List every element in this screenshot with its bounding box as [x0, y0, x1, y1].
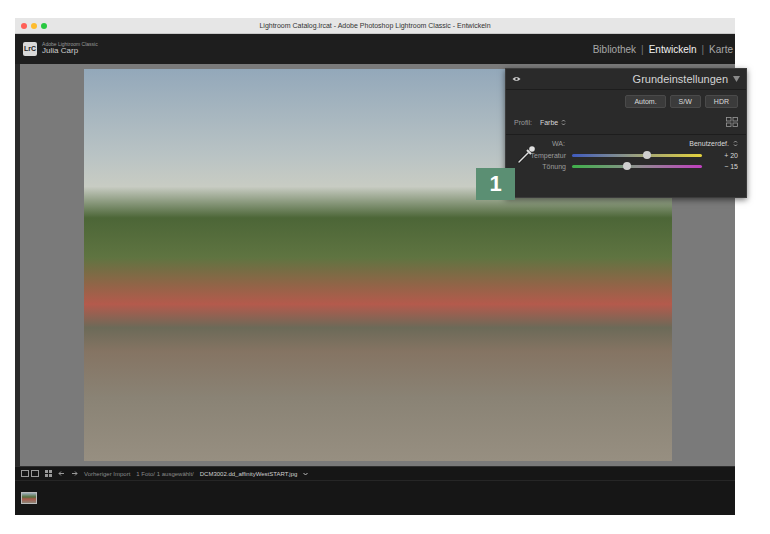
panel-button[interactable]: Autom.	[625, 95, 665, 108]
panel-title-wrap[interactable]: Grundeinstellungen	[633, 73, 740, 85]
close-button[interactable]	[21, 23, 27, 29]
white-balance-value[interactable]: Benutzerdef.	[689, 140, 729, 147]
module-link[interactable]: Entwickeln	[649, 44, 697, 55]
white-balance-chevron-icon	[733, 140, 738, 147]
brand-text: Adobe Lightroom ClassicJulia Carp	[42, 42, 98, 56]
eye-icon[interactable]	[512, 76, 521, 82]
slider-reading[interactable]: − 15	[708, 163, 738, 170]
panel-title: Grundeinstellungen	[633, 73, 728, 85]
title-bar: Lightroom Catalog.lrcat - Adobe Photosho…	[15, 18, 735, 34]
white-balance-row: WA: Benutzerdef.	[506, 135, 746, 150]
forward-arrow-icon[interactable]	[71, 470, 78, 477]
view-mode-icon[interactable]	[21, 470, 39, 477]
profile-dropdown[interactable]: Farbe	[540, 119, 718, 126]
slider-row: Tönung − 15	[506, 161, 746, 172]
user-name: Julia Carp	[42, 47, 98, 56]
brand: LrC Adobe Lightroom ClassicJulia Carp	[23, 42, 98, 56]
dropdown-icon[interactable]	[303, 472, 308, 476]
slider-track[interactable]	[572, 165, 702, 168]
panel-header: Grundeinstellungen	[506, 69, 746, 90]
filmstrip-count: 1 Foto/ 1 ausgewählt/	[136, 471, 193, 477]
panel-buttons: Autom. S/W HDR	[506, 90, 746, 112]
profile-label: Profil:	[514, 119, 532, 126]
zoom-button[interactable]	[41, 23, 47, 29]
back-arrow-icon[interactable]	[58, 470, 65, 477]
filmstrip-toolbar: Vorheriger Import 1 Foto/ 1 ausgewählt/DC…	[15, 467, 735, 481]
eyedropper-icon[interactable]	[516, 143, 538, 165]
module-separator: |	[701, 44, 704, 55]
slider-reading[interactable]: + 20	[708, 152, 738, 159]
basic-panel: Grundeinstellungen Autom. S/W HDR Profil: Far…	[505, 68, 747, 198]
profile-browser-icon[interactable]	[726, 117, 738, 127]
slider-track[interactable]	[572, 154, 702, 157]
module-separator: |	[641, 44, 644, 55]
panel-button[interactable]: HDR	[705, 95, 738, 108]
page: Lightroom Catalog.lrcat - Adobe Photosho…	[0, 0, 770, 534]
filmstrip-row	[15, 481, 735, 515]
profile-value: Farbe	[540, 119, 558, 126]
app-logo: LrC	[23, 42, 37, 56]
window-controls	[21, 23, 81, 29]
slider-label: Tönung	[510, 163, 566, 170]
panel-button[interactable]: S/W	[670, 95, 701, 108]
slider-thumb[interactable]	[643, 151, 651, 159]
module-link[interactable]: Bibliothek	[593, 44, 636, 55]
white-balance-label: WA:	[552, 140, 685, 147]
profile-row: Profil: Farbe	[506, 112, 746, 135]
grid-icon[interactable]	[45, 470, 52, 477]
module-link[interactable]: Karte	[709, 44, 733, 55]
slider-label: Temperatur	[510, 152, 566, 159]
module-picker: Bibliothek | Entwickeln | Karte	[593, 44, 735, 55]
slider-thumb[interactable]	[623, 162, 631, 170]
filmstrip-source[interactable]: Vorheriger Import	[84, 471, 130, 477]
dropdown-chevron-icon	[561, 119, 566, 126]
filmstrip: Vorheriger Import 1 Foto/ 1 ausgewählt/DC…	[15, 466, 735, 515]
slider-row: Temperatur + 20	[506, 150, 746, 161]
filmstrip-file[interactable]: DCM3002.dd_affinityWestSTART.jpg	[200, 471, 298, 477]
module-header: LrC Adobe Lightroom ClassicJulia Carp Bibl…	[15, 34, 735, 64]
window-title: Lightroom Catalog.lrcat - Adobe Photosho…	[81, 22, 729, 29]
filmstrip-thumbnail[interactable]	[21, 492, 37, 504]
app-window: Lightroom Catalog.lrcat - Adobe Photosho…	[15, 18, 735, 515]
minimize-button[interactable]	[31, 23, 37, 29]
collapse-triangle-icon[interactable]	[733, 76, 740, 82]
callout-badge: 1	[476, 168, 515, 200]
